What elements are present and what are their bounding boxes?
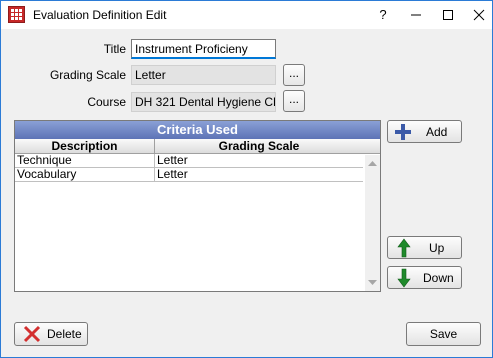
up-button-label: Up bbox=[429, 241, 445, 255]
grid-title: Criteria Used bbox=[15, 121, 380, 139]
save-button-label: Save bbox=[429, 327, 458, 341]
close-button[interactable] bbox=[462, 1, 493, 29]
course-field: DH 321 Dental Hygiene Clinic bbox=[131, 92, 276, 112]
column-header-grading-scale[interactable]: Grading Scale bbox=[155, 139, 363, 153]
title-label: Title bbox=[103, 42, 126, 56]
grid-header: Description Grading Scale bbox=[15, 139, 380, 154]
maximize-button[interactable] bbox=[431, 1, 465, 29]
down-button-label: Down bbox=[423, 271, 454, 285]
cell-description: Technique bbox=[15, 154, 155, 168]
up-button[interactable]: Up bbox=[387, 236, 462, 259]
grading-scale-field: Letter bbox=[131, 65, 276, 85]
table-row[interactable]: Technique Letter bbox=[15, 154, 363, 168]
cell-description: Vocabulary bbox=[15, 168, 155, 182]
window-title: Evaluation Definition Edit bbox=[33, 8, 167, 22]
title-bar: Evaluation Definition Edit ? bbox=[1, 1, 492, 29]
grading-scale-label: Grading Scale bbox=[49, 68, 126, 82]
help-button[interactable]: ? bbox=[366, 1, 400, 29]
close-icon bbox=[473, 9, 485, 21]
title-field[interactable]: Instrument Proficieny bbox=[131, 39, 276, 59]
cell-grading-scale: Letter bbox=[155, 168, 363, 182]
column-header-description[interactable]: Description bbox=[15, 139, 155, 153]
delete-button-label: Delete bbox=[47, 327, 82, 341]
scroll-up-arrow-icon bbox=[368, 161, 377, 166]
save-button[interactable]: Save bbox=[406, 322, 481, 346]
scroll-down-arrow-icon bbox=[368, 280, 377, 285]
vertical-scrollbar[interactable] bbox=[365, 155, 380, 291]
minimize-icon bbox=[411, 14, 421, 16]
delete-button[interactable]: Delete bbox=[14, 322, 88, 346]
arrow-up-icon bbox=[397, 238, 411, 258]
table-row[interactable]: Vocabulary Letter bbox=[15, 168, 363, 182]
down-button[interactable]: Down bbox=[387, 266, 462, 289]
add-button[interactable]: Add bbox=[387, 120, 462, 143]
criteria-grid[interactable]: Criteria Used Description Grading Scale … bbox=[14, 120, 381, 292]
app-grid-icon bbox=[8, 6, 25, 23]
dialog-window: Evaluation Definition Edit ? Title Instr… bbox=[0, 0, 493, 358]
maximize-icon bbox=[443, 10, 453, 20]
add-button-label: Add bbox=[426, 125, 448, 139]
cell-grading-scale: Letter bbox=[155, 154, 363, 168]
course-browse-button[interactable]: ... bbox=[283, 90, 305, 112]
red-x-icon bbox=[23, 325, 41, 343]
minimize-button[interactable] bbox=[399, 1, 433, 29]
plus-icon bbox=[395, 124, 411, 140]
arrow-down-icon bbox=[397, 268, 411, 288]
course-label: Course bbox=[87, 95, 126, 109]
grading-scale-browse-button[interactable]: ... bbox=[283, 64, 305, 86]
